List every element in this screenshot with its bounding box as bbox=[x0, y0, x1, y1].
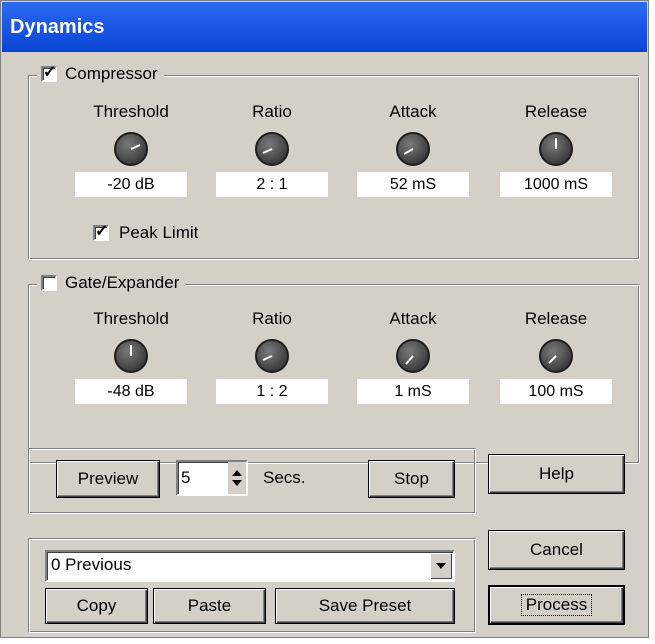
knob-label: Ratio bbox=[252, 309, 292, 328]
gate-label: Gate/Expander bbox=[65, 273, 180, 292]
knob-label: Ratio bbox=[252, 102, 292, 121]
attack-value: 1 mS bbox=[357, 379, 469, 404]
ratio-knob[interactable] bbox=[255, 339, 289, 373]
gate-attack: Attack 1 mS bbox=[343, 309, 483, 404]
release-knob[interactable] bbox=[539, 339, 573, 373]
gate-checkbox[interactable] bbox=[41, 275, 57, 291]
peak-limit-checkbox[interactable]: ✓ bbox=[93, 223, 109, 241]
threshold-value: -20 dB bbox=[75, 172, 187, 197]
preset-dropdown[interactable]: 0 Previous bbox=[45, 550, 455, 582]
triangle-up-icon bbox=[232, 470, 242, 476]
knob-label: Attack bbox=[389, 102, 437, 121]
cancel-button[interactable]: Cancel bbox=[488, 530, 625, 570]
preview-button[interactable]: Preview bbox=[56, 460, 160, 498]
attack-value: 52 mS bbox=[357, 172, 469, 197]
dynamics-dialog: Dynamics ✓ Compressor Threshold -20 dB R… bbox=[0, 0, 649, 638]
threshold-value: -48 dB bbox=[75, 379, 187, 404]
dropdown-button[interactable] bbox=[430, 553, 452, 579]
attack-knob[interactable] bbox=[396, 339, 430, 373]
compressor-attack: Attack 52 mS bbox=[343, 102, 483, 197]
checkmark-icon: ✓ bbox=[95, 223, 109, 240]
ratio-value: 1 : 2 bbox=[216, 379, 328, 404]
release-knob[interactable] bbox=[539, 132, 573, 166]
dialog-body: ✓ Compressor Threshold -20 dB Ratio 2 : … bbox=[13, 58, 643, 633]
triangle-down-icon bbox=[232, 480, 242, 486]
process-label: Process bbox=[520, 594, 593, 616]
compressor-label: Compressor bbox=[65, 64, 158, 83]
knob-label: Threshold bbox=[93, 309, 169, 328]
paste-button[interactable]: Paste bbox=[153, 588, 266, 624]
help-button[interactable]: Help bbox=[488, 454, 625, 494]
gate-release: Release 100 mS bbox=[486, 309, 626, 404]
compressor-release: Release 1000 mS bbox=[486, 102, 626, 197]
process-button[interactable]: Process bbox=[488, 585, 625, 625]
knob-label: Release bbox=[524, 102, 588, 121]
save-preset-button[interactable]: Save Preset bbox=[275, 588, 455, 624]
gate-ratio: Ratio 1 : 2 bbox=[202, 309, 342, 404]
peak-limit-label: Peak Limit bbox=[119, 223, 199, 242]
title-bar[interactable]: Dynamics bbox=[2, 2, 647, 52]
seconds-label: Secs. bbox=[263, 468, 306, 487]
ratio-knob[interactable] bbox=[255, 132, 289, 166]
knob-label: Release bbox=[524, 309, 588, 328]
window-title: Dynamics bbox=[10, 16, 105, 38]
knob-label: Threshold bbox=[93, 102, 169, 121]
compressor-group-title: ✓ Compressor bbox=[37, 64, 164, 84]
checkmark-icon: ✓ bbox=[43, 64, 57, 81]
compressor-checkbox[interactable]: ✓ bbox=[41, 64, 57, 82]
peak-limit-option[interactable]: ✓ Peak Limit bbox=[93, 223, 198, 243]
seconds-spinner[interactable] bbox=[228, 462, 246, 494]
preset-selected: 0 Previous bbox=[51, 555, 132, 574]
gate-threshold: Threshold -48 dB bbox=[61, 309, 201, 404]
seconds-input[interactable]: 5 bbox=[176, 460, 248, 496]
release-value: 1000 mS bbox=[500, 172, 612, 197]
gate-group-title: Gate/Expander bbox=[37, 273, 186, 293]
threshold-knob[interactable] bbox=[114, 132, 148, 166]
threshold-knob[interactable] bbox=[114, 339, 148, 373]
ratio-value: 2 : 1 bbox=[216, 172, 328, 197]
triangle-down-icon bbox=[436, 563, 446, 569]
release-value: 100 mS bbox=[500, 379, 612, 404]
compressor-ratio: Ratio 2 : 1 bbox=[202, 102, 342, 197]
copy-button[interactable]: Copy bbox=[45, 588, 148, 624]
knob-label: Attack bbox=[389, 309, 437, 328]
stop-button[interactable]: Stop bbox=[368, 460, 455, 498]
compressor-threshold: Threshold -20 dB bbox=[61, 102, 201, 197]
seconds-value: 5 bbox=[181, 468, 191, 487]
attack-knob[interactable] bbox=[396, 132, 430, 166]
